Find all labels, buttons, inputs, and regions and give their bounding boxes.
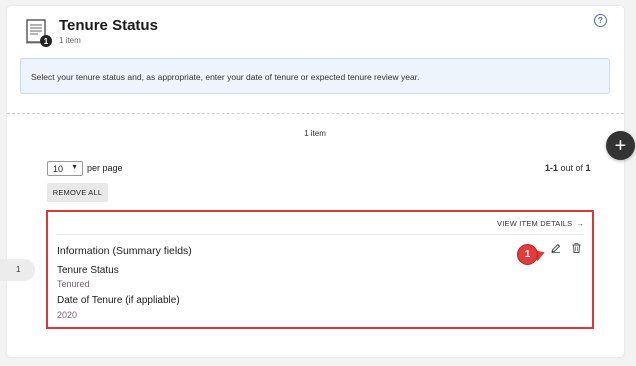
per-page-select[interactable]: 10 ▼ [47, 161, 83, 176]
instruction-box: Select your tenure status and, as approp… [20, 58, 610, 94]
section-divider [7, 113, 624, 114]
page-title: Tenure Status [59, 17, 158, 34]
per-page-value: 10 [53, 164, 64, 174]
view-item-details-label: VIEW ITEM DETAILS [497, 219, 573, 228]
item-header-divider [56, 234, 584, 235]
field-value-date-of-tenure: 2020 [57, 310, 78, 320]
remove-all-button[interactable]: REMOVE ALL [47, 183, 108, 202]
field-label-date-of-tenure: Date of Tenure (if appliable) [57, 295, 180, 306]
view-item-details-link[interactable]: VIEW ITEM DETAILS → [497, 219, 584, 228]
pagination-summary: 1-1 out of 1 [545, 163, 591, 173]
pagination-range: 1-1 [545, 163, 559, 173]
item-heading: Information (Summary fields) [57, 245, 192, 257]
pagination-out-of: out of [558, 163, 586, 173]
trash-icon[interactable] [572, 243, 581, 253]
per-page-label: per page [87, 163, 123, 173]
callout-marker: 1 [517, 244, 538, 265]
pagination-total: 1 [585, 163, 591, 173]
list-count: 1 item [304, 129, 326, 138]
arrow-right-icon: → [576, 219, 585, 228]
chevron-down-icon: ▼ [71, 164, 78, 171]
row-index: 1 [0, 259, 35, 281]
field-label-tenure-status: Tenure Status [57, 265, 119, 276]
plus-icon: + [614, 134, 627, 157]
add-item-button[interactable]: + [606, 131, 635, 160]
list-item: VIEW ITEM DETAILS → Information (Summary … [46, 210, 594, 329]
field-value-tenure-status: Tenured [57, 279, 90, 289]
item-count-subtitle: 1 item [59, 36, 81, 45]
pencil-icon[interactable] [551, 243, 561, 253]
item-count-badge: 1 [40, 35, 52, 47]
instruction-text: Select your tenure status and, as approp… [31, 72, 420, 82]
help-icon[interactable]: ? [594, 14, 607, 27]
